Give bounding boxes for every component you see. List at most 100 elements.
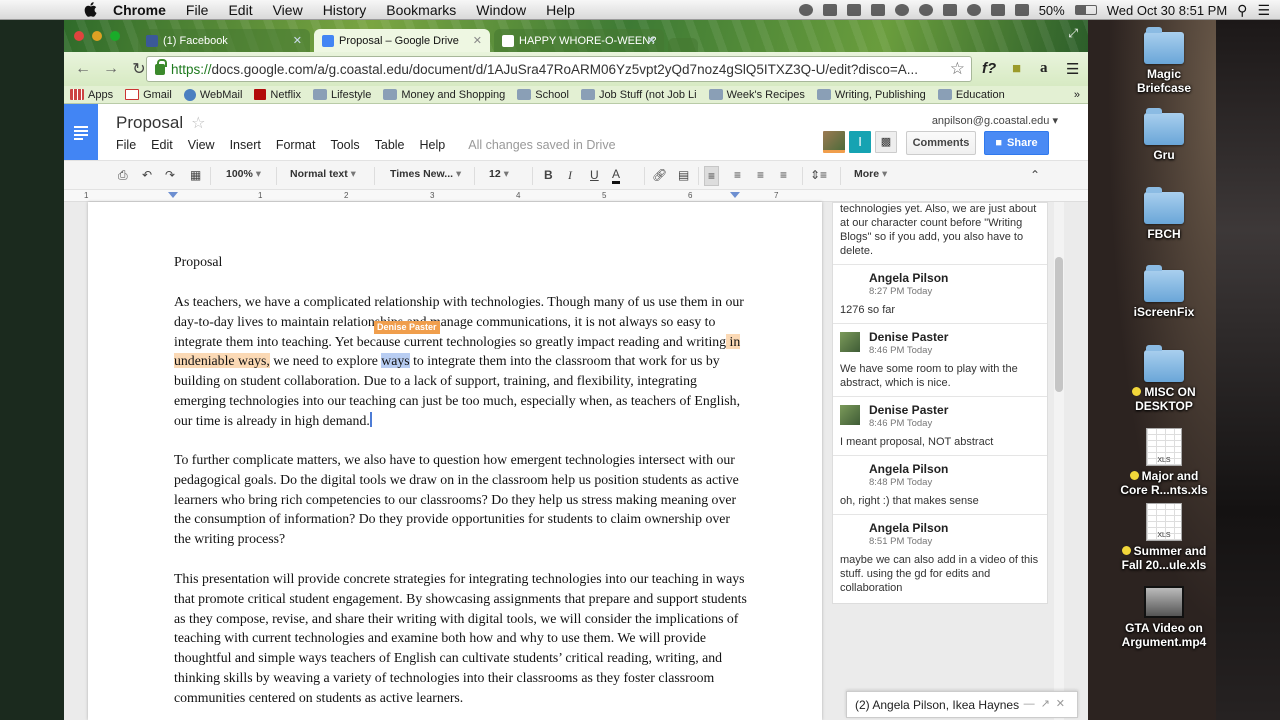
document-title[interactable]: Proposal ☆ xyxy=(116,113,205,133)
tab-close-icon[interactable]: ✕ xyxy=(293,34,302,47)
menu-file[interactable]: File xyxy=(186,0,209,20)
comment-item[interactable]: Denise Paster 8:46 PM Today We have some… xyxy=(833,324,1047,397)
extension-amazon-icon[interactable]: a xyxy=(1040,60,1048,77)
link-icon[interactable]: 🔗︎ xyxy=(652,168,667,182)
align-left-icon[interactable]: ≡ xyxy=(704,166,720,186)
lock-icon[interactable] xyxy=(870,4,885,16)
battery-icon[interactable] xyxy=(1074,5,1097,15)
italic-icon[interactable]: I xyxy=(568,168,572,183)
chat-window-bar[interactable]: (2) Angela Pilson, Ikea Haynes —↗✕ xyxy=(846,691,1078,718)
docs-menu-edit[interactable]: Edit xyxy=(151,138,173,152)
paint-format-icon[interactable]: ▦ xyxy=(190,168,201,182)
bookmark-folder-school[interactable]: School xyxy=(517,89,569,101)
menu-window[interactable]: Window xyxy=(476,0,526,20)
desktop-item-fbch[interactable]: FBCH xyxy=(1110,187,1218,241)
comment-item[interactable]: Angela Pilson 8:51 PM Today maybe we can… xyxy=(833,515,1047,601)
window-minimize-button[interactable] xyxy=(92,31,102,41)
clock[interactable]: Wed Oct 30 8:51 PM xyxy=(1107,3,1227,18)
document-page[interactable]: Proposal As teachers, we have a complica… xyxy=(88,202,822,720)
print-icon[interactable]: ⎙ xyxy=(118,168,128,183)
redo-icon[interactable]: ↷ xyxy=(165,168,175,182)
tab-happy-halloween[interactable]: HAPPY WHORE-O-WEEN? ✕ xyxy=(494,29,664,52)
comment-item[interactable]: technologies yet. Also, we are just abou… xyxy=(833,203,1047,265)
docs-menu-file[interactable]: File xyxy=(116,138,136,152)
add-comment-icon[interactable]: ▤ xyxy=(678,168,689,182)
extension-puzzle-icon[interactable]: ■ xyxy=(1012,60,1021,77)
battery-percent[interactable]: 50% xyxy=(1039,3,1065,18)
scrollbar-thumb[interactable] xyxy=(1055,257,1063,392)
docs-menu-table[interactable]: Table xyxy=(375,138,405,152)
desktop-item-misc-on-desktop[interactable]: MISC ON DESKTOP xyxy=(1110,345,1218,413)
desktop-item-gta-video[interactable]: GTA Video on Argument.mp4 xyxy=(1110,586,1218,649)
bookmark-folder-money[interactable]: Money and Shopping xyxy=(383,89,505,101)
docs-menu-tools[interactable]: Tools xyxy=(330,138,359,152)
zoom-select[interactable]: 100% xyxy=(226,168,261,180)
undo-icon[interactable]: ↶ xyxy=(142,168,152,182)
menu-help[interactable]: Help xyxy=(546,0,575,20)
chat-window-controls[interactable]: —↗✕ xyxy=(1024,697,1071,710)
gamepad-icon[interactable] xyxy=(894,4,909,16)
document-scrollbar[interactable] xyxy=(1054,202,1064,720)
avatar[interactable] xyxy=(823,131,845,153)
docs-menu-help[interactable]: Help xyxy=(420,138,446,152)
chrome-menu-icon[interactable]: ☰ xyxy=(1066,60,1079,78)
paragraph-1[interactable]: As teachers, we have a complicated relat… xyxy=(174,292,748,431)
paragraph-2[interactable]: To further complicate matters, we also h… xyxy=(174,450,748,549)
collapse-toolbar-icon[interactable]: ⌃ xyxy=(1030,168,1040,182)
menu-view[interactable]: View xyxy=(273,0,303,20)
desktop-item-gru[interactable]: Gru xyxy=(1110,108,1218,162)
comment-chat-icon[interactable]: ▩ xyxy=(875,131,897,153)
align-right-icon[interactable]: ≡ xyxy=(757,168,764,182)
bookmark-folder-recipes[interactable]: Week's Recipes xyxy=(708,89,805,101)
bookmark-folder-writing[interactable]: Writing, Publishing xyxy=(816,89,926,101)
font-select[interactable]: Times New... xyxy=(390,168,461,180)
record-icon[interactable] xyxy=(798,4,813,16)
bookmark-webmail[interactable]: WebMail xyxy=(183,88,242,101)
time-machine-icon[interactable] xyxy=(966,4,981,16)
font-size-select[interactable]: 12 xyxy=(489,168,509,180)
tab-close-icon[interactable]: ✕ xyxy=(473,34,482,47)
menu-history[interactable]: History xyxy=(323,0,367,20)
docs-home-icon[interactable] xyxy=(64,104,98,160)
apple-icon[interactable] xyxy=(81,2,99,18)
menu-bookmarks[interactable]: Bookmarks xyxy=(386,0,456,20)
window-zoom-button[interactable] xyxy=(110,31,120,41)
extension-formula-icon[interactable]: f? xyxy=(982,60,996,77)
window-close-button[interactable] xyxy=(74,31,84,41)
new-tab-button[interactable] xyxy=(668,38,698,52)
paragraph-3[interactable]: This presentation will provide concrete … xyxy=(174,569,748,708)
avatar[interactable]: I xyxy=(849,131,871,153)
home-icon[interactable] xyxy=(846,4,861,16)
desktop-item-iscreenfix[interactable]: iScreenFix xyxy=(1110,265,1218,319)
comment-anchor-highlight[interactable]: ways xyxy=(381,353,410,369)
bookmark-netflix[interactable]: Netflix xyxy=(254,89,301,101)
volume-icon[interactable] xyxy=(1014,4,1029,16)
tab-close-icon[interactable]: ✕ xyxy=(647,34,656,47)
comments-button[interactable]: Comments xyxy=(906,131,976,155)
menu-edit[interactable]: Edit xyxy=(228,0,252,20)
docs-menu-insert[interactable]: Insert xyxy=(230,138,261,152)
tab-proposal-google-drive[interactable]: Proposal – Google Drive ✕ xyxy=(314,29,490,52)
forward-icon[interactable]: → xyxy=(102,60,120,78)
align-justify-icon[interactable]: ≡ xyxy=(780,168,787,182)
docs-menu-format[interactable]: Format xyxy=(276,138,316,152)
comment-item[interactable]: Denise Paster 8:46 PM Today I meant prop… xyxy=(833,397,1047,456)
document-heading[interactable]: Proposal xyxy=(174,252,748,272)
fullscreen-icon[interactable]: ⤢ xyxy=(1068,26,1078,41)
line-spacing-icon[interactable]: ⇕≡ xyxy=(810,168,827,182)
spotlight-search-icon[interactable]: ⚲ xyxy=(1237,2,1247,19)
bluetooth-icon[interactable] xyxy=(942,4,957,16)
indent-marker[interactable] xyxy=(168,192,178,198)
back-icon[interactable]: ← xyxy=(74,60,92,78)
menu-app-name[interactable]: Chrome xyxy=(113,0,166,20)
notification-list-icon[interactable]: ☰ xyxy=(1257,2,1270,19)
address-bar[interactable]: https://docs.google.com/a/g.coastal.edu/… xyxy=(146,56,972,82)
comment-item[interactable]: Angela Pilson 8:27 PM Today 1276 so far xyxy=(833,265,1047,324)
bookmark-folder-lifestyle[interactable]: Lifestyle xyxy=(312,89,371,101)
desktop-item-summer-fall-xls[interactable]: XLS Summer and Fall 20...ule.xls xyxy=(1110,503,1218,572)
wifi-icon[interactable] xyxy=(990,4,1005,16)
share-button[interactable]: ■ Share xyxy=(984,131,1049,155)
bookmarks-overflow-icon[interactable]: » xyxy=(1074,89,1080,101)
account-email[interactable]: anpilson@g.coastal.edu ▾ xyxy=(932,114,1058,127)
style-select[interactable]: Normal text xyxy=(290,168,356,180)
